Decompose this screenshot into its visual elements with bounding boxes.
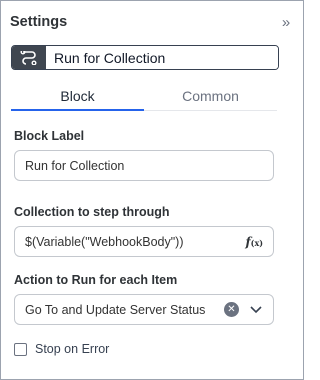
settings-panel: Settings » Block Common Block Label Run … xyxy=(0,0,304,380)
collection-value: $(Variable("WebhookBody")) xyxy=(25,234,184,249)
loop-icon xyxy=(12,46,46,69)
collection-heading: Collection to step through xyxy=(14,205,170,219)
stop-on-error-row: Stop on Error xyxy=(14,342,109,356)
collection-field[interactable]: $(Variable("WebhookBody")) f(x) xyxy=(14,226,274,257)
tab-block[interactable]: Block xyxy=(11,83,144,111)
tab-bar: Block Common xyxy=(11,83,277,111)
block-name-input[interactable] xyxy=(46,46,278,69)
stop-on-error-checkbox[interactable] xyxy=(14,342,27,356)
double-chevron-right-icon[interactable]: » xyxy=(277,14,293,31)
block-label-heading: Block Label xyxy=(14,129,85,143)
block-label-value: Run for Collection xyxy=(25,158,125,173)
clear-icon[interactable]: ✕ xyxy=(224,302,239,317)
stop-on-error-label: Stop on Error xyxy=(35,342,110,356)
action-select[interactable]: Go To and Update Server Status ✕ xyxy=(14,294,274,325)
block-name-row xyxy=(11,45,279,70)
block-label-field[interactable]: Run for Collection xyxy=(14,150,274,181)
panel-header: Settings » xyxy=(10,11,293,33)
chevron-down-icon[interactable] xyxy=(249,305,263,314)
action-value: Go To and Update Server Status xyxy=(25,302,206,317)
action-heading: Action to Run for each Item xyxy=(14,273,178,287)
function-icon[interactable]: f(x) xyxy=(245,235,263,249)
tab-common[interactable]: Common xyxy=(144,83,277,111)
panel-title: Settings xyxy=(10,14,68,30)
